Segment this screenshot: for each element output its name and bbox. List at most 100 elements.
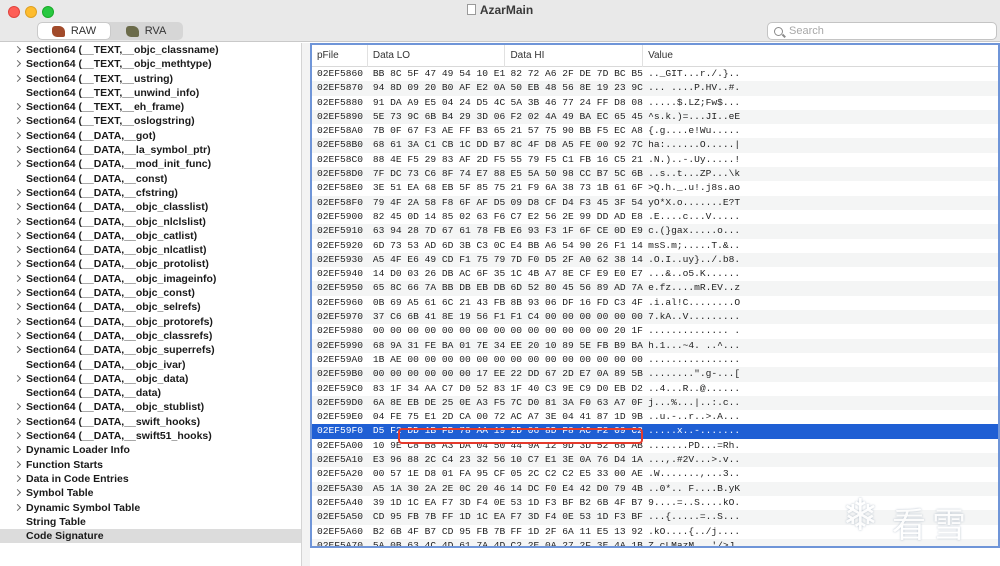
table-row[interactable]: 02EF5900 82 45 0D 14 85 02 63 F6 C7 E2 56 …	[312, 210, 998, 224]
table-row[interactable]: 02EF5860 BB 8C 5F 47 49 54 10 E1 82 72 A6 …	[312, 67, 998, 81]
chevron-right-icon[interactable]	[13, 60, 22, 68]
chevron-right-icon[interactable]	[13, 303, 22, 311]
table-row[interactable]: 02EF5A00 10 9E C8 B8 A3 DA 04 50 44 9A 12 …	[312, 439, 998, 453]
sidebar-item[interactable]: Symbol Table	[0, 486, 301, 500]
table-row[interactable]: 02EF5940 14 D0 03 26 DB AC 6F 35 1C 4B A7 …	[312, 267, 998, 281]
chevron-right-icon[interactable]	[13, 474, 22, 482]
sidebar-item[interactable]: Section64 (__DATA,__got)	[0, 129, 301, 143]
sidebar-item[interactable]: Section64 (__TEXT,__objc_methtype)	[0, 57, 301, 71]
sidebar-item[interactable]: Section64 (__DATA,__data)	[0, 386, 301, 400]
sidebar-item[interactable]: Section64 (__TEXT,__eh_frame)	[0, 100, 301, 114]
chevron-right-icon[interactable]	[13, 489, 22, 497]
chevron-right-icon[interactable]	[13, 403, 22, 411]
table-row[interactable]: 02EF5A20 00 57 1E D8 01 FA 95 CF 05 2C C2 …	[312, 467, 998, 481]
table-row[interactable]: 02EF5950 65 8C 66 7A BB DB EB DB 6D 52 80 …	[312, 281, 998, 296]
table-row[interactable]: 02EF58A0 7B 0F 67 F3 AE FF B3 65 21 57 75 …	[312, 124, 998, 138]
segment-raw[interactable]: RAW	[38, 23, 110, 39]
chevron-right-icon[interactable]	[13, 188, 22, 197]
chevron-right-icon[interactable]	[13, 346, 22, 354]
sidebar-item[interactable]: Section64 (__TEXT,__oslogstring)	[0, 114, 301, 128]
table-row[interactable]: 02EF58E0 3E 51 EA 68 EB 5F 85 75 21 F9 6A …	[312, 181, 998, 195]
sidebar-item[interactable]: Dynamic Symbol Table	[0, 501, 301, 515]
sidebar-item[interactable]: Section64 (__DATA,__objc_protorefs)	[0, 315, 301, 329]
sidebar-item[interactable]: Section64 (__DATA,__cfstring)	[0, 186, 301, 200]
sidebar-item[interactable]: Section64 (__TEXT,__objc_classname)	[0, 43, 301, 57]
sidebar-item[interactable]: Section64 (__TEXT,__ustring)	[0, 72, 301, 86]
table-row[interactable]: 02EF58C0 88 4E F5 29 83 AF 2D F5 55 79 F5 …	[312, 153, 998, 167]
table-row[interactable]: 02EF5910 63 94 28 7D 67 61 78 FB E6 93 F3 …	[312, 224, 998, 239]
sidebar-item[interactable]: Section64 (__DATA,__objc_protolist)	[0, 257, 301, 271]
table-row[interactable]: 02EF5920 6D 73 53 AD 6D 3B C3 0C E4 BB A6 …	[312, 239, 998, 253]
chevron-right-icon[interactable]	[13, 446, 22, 454]
chevron-right-icon[interactable]	[13, 146, 22, 154]
chevron-right-icon[interactable]	[13, 160, 22, 168]
table-row[interactable]: 02EF59D0 6A 8E EB DE 25 0E A3 F5 7C D0 81 …	[312, 395, 998, 411]
chevron-right-icon[interactable]	[13, 246, 22, 254]
sidebar-item[interactable]: Section64 (__DATA,__mod_init_func)	[0, 157, 301, 171]
sidebar-item[interactable]: Section64 (__DATA,__objc_nlclslist)	[0, 215, 301, 229]
chevron-right-icon[interactable]	[13, 45, 22, 54]
chevron-right-icon[interactable]	[13, 431, 22, 440]
table-row[interactable]: 02EF5960 0B 69 A5 61 6C 21 43 FB 8B 93 06 …	[312, 296, 998, 310]
sidebar-item[interactable]: Function Starts	[0, 458, 301, 472]
search-input[interactable]	[789, 25, 989, 37]
sidebar-item[interactable]: Section64 (__DATA,__swift51_hooks)	[0, 429, 301, 443]
chevron-right-icon[interactable]	[13, 131, 22, 139]
table-row[interactable]: 02EF5970 37 C6 6B 41 8E 19 56 F1 F1 C4 00 …	[312, 310, 998, 325]
sidebar-item[interactable]: Code Signature	[0, 529, 301, 544]
chevron-right-icon[interactable]	[13, 289, 22, 297]
chevron-right-icon[interactable]	[13, 231, 22, 239]
sidebar-item[interactable]: Section64 (__DATA,__la_symbol_ptr)	[0, 143, 301, 157]
sidebar-item[interactable]: Section64 (__DATA,__objc_catlist)	[0, 229, 301, 243]
sidebar-item[interactable]: Section64 (__DATA,__objc_superrefs)	[0, 343, 301, 357]
table-row-selected[interactable]: 02EF59F0 D5 F2 DD 1B FB 78 AA 19 2D 06 8D …	[312, 424, 998, 439]
column-header-value[interactable]: Value	[643, 45, 998, 67]
table-row[interactable]: 02EF5890 5E 73 9C 6B B4 29 3D 06 F2 02 4A …	[312, 109, 998, 125]
segment-rva[interactable]: RVA	[110, 23, 182, 39]
table-row[interactable]: 02EF5990 68 9A 31 FE BA 01 7E 34 EE 20 10 …	[312, 338, 998, 353]
split-view-divider[interactable]	[302, 43, 310, 566]
sidebar-item[interactable]: Section64 (__TEXT,__unwind_info)	[0, 86, 301, 100]
chevron-right-icon[interactable]	[13, 317, 22, 325]
table-row[interactable]: 02EF58F0 79 4F 2A 58 F8 6F AF D5 09 D8 CF …	[312, 195, 998, 210]
chevron-right-icon[interactable]	[13, 417, 22, 425]
table-row[interactable]: 02EF59C0 83 1F 34 AA C7 D0 52 83 1F 40 C3 …	[312, 382, 998, 396]
chevron-right-icon[interactable]	[13, 374, 22, 382]
sidebar-item[interactable]: Section64 (__DATA,__swift_hooks)	[0, 415, 301, 429]
chevron-right-icon[interactable]	[13, 274, 22, 282]
table-row[interactable]: 02EF59B0 00 00 00 00 00 00 17 EE 22 DD 67 …	[312, 367, 998, 382]
table-row[interactable]: 02EF58D0 7F DC 73 C6 8F 74 E7 88 E5 5A 50 …	[312, 167, 998, 182]
table-row[interactable]: 02EF5A10 E3 96 88 2C C4 23 32 56 10 C7 E1 …	[312, 453, 998, 468]
column-header-data-hi[interactable]: Data HI	[505, 45, 644, 67]
table-row[interactable]: 02EF59E0 04 FE 75 E1 2D CA 00 72 AC A7 3E …	[312, 410, 998, 424]
column-header-pfile[interactable]: pFile	[312, 45, 368, 67]
chevron-right-icon[interactable]	[13, 74, 22, 82]
search-field[interactable]	[767, 22, 997, 40]
sidebar-item[interactable]: Dynamic Loader Info	[0, 443, 301, 457]
sidebar-item[interactable]: Data in Code Entries	[0, 472, 301, 486]
chevron-right-icon[interactable]	[13, 117, 22, 125]
sidebar-item[interactable]: String Table	[0, 515, 301, 529]
chevron-right-icon[interactable]	[13, 503, 22, 511]
sidebar-item[interactable]: Section64 (__DATA,__objc_const)	[0, 286, 301, 300]
sidebar-item[interactable]: Section64 (__DATA,__objc_nlcatlist)	[0, 243, 301, 257]
sidebar-item[interactable]: Section64 (__DATA,__objc_selrefs)	[0, 300, 301, 314]
chevron-right-icon[interactable]	[13, 103, 22, 111]
sidebar-item[interactable]: Section64 (__DATA,__objc_classlist)	[0, 200, 301, 214]
sidebar-item[interactable]: Section64 (__DATA,__objc_stublist)	[0, 400, 301, 414]
chevron-right-icon[interactable]	[13, 331, 22, 339]
sidebar-item[interactable]: Section64 (__DATA,__objc_data)	[0, 372, 301, 386]
chevron-right-icon[interactable]	[13, 217, 22, 225]
sidebar-item[interactable]: Section64 (__DATA,__objc_imageinfo)	[0, 272, 301, 286]
table-row[interactable]: 02EF5870 94 8D 09 20 B0 AF E2 0A 50 EB 48 …	[312, 81, 998, 96]
table-row[interactable]: 02EF58B0 68 61 3A C1 CB 1C DD B7 8C 4F D8 …	[312, 138, 998, 153]
table-row[interactable]: 02EF5880 91 DA A9 E5 04 24 D5 4C 5A 3B 46 …	[312, 96, 998, 110]
table-row[interactable]: 02EF59A0 1B AE 00 00 00 00 00 00 00 00 00 …	[312, 353, 998, 367]
table-row[interactable]: 02EF5980 00 00 00 00 00 00 00 00 00 00 00 …	[312, 324, 998, 338]
table-row[interactable]: 02EF5930 A5 4F E6 49 CD F1 75 79 7D F0 D5 …	[312, 252, 998, 268]
sidebar-item[interactable]: Section64 (__DATA,__const)	[0, 172, 301, 186]
sidebar-item[interactable]: Section64 (__DATA,__objc_classrefs)	[0, 329, 301, 343]
chevron-right-icon[interactable]	[13, 260, 22, 268]
column-header-data-lo[interactable]: Data LO	[368, 45, 506, 67]
chevron-right-icon[interactable]	[13, 203, 22, 211]
